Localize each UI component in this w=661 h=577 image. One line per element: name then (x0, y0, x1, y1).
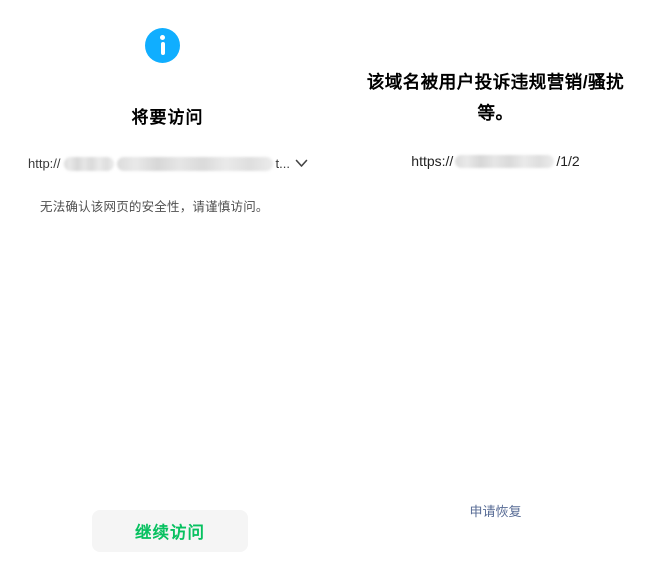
apply-recovery-link[interactable]: 申请恢复 (330, 501, 661, 520)
visit-warning-page: 将要访问 http:// t... 无法确认该网页的安全性，请谨慎访问。 继续访… (0, 0, 330, 577)
continue-button[interactable]: 继续访问 (92, 510, 248, 552)
chevron-down-icon[interactable] (295, 159, 308, 168)
info-icon-stem (161, 42, 165, 55)
redacted-url-segment (117, 157, 273, 171)
url-prefix: https:// (411, 153, 453, 169)
complaint-line2: 等。 (330, 98, 661, 129)
redacted-url-segment (455, 155, 554, 168)
url-tail: t... (276, 156, 290, 171)
domain-complaint-page: 该域名被用户投诉违规营销/骚扰 等。 https:// /1/2 申请恢复 (330, 0, 661, 577)
screenshot-canvas: 将要访问 http:// t... 无法确认该网页的安全性，请谨慎访问。 继续访… (0, 0, 661, 577)
reported-url-row: https:// /1/2 (330, 153, 661, 169)
info-icon (145, 28, 180, 63)
page-title: 将要访问 (0, 103, 335, 128)
target-url-row: http:// t... (28, 156, 308, 171)
complaint-heading: 该域名被用户投诉违规营销/骚扰 等。 (330, 67, 661, 129)
complaint-line1: 该域名被用户投诉违规营销/骚扰 (330, 67, 661, 98)
url-prefix: http:// (28, 156, 61, 171)
warning-text: 无法确认该网页的安全性，请谨慎访问。 (40, 196, 269, 215)
info-icon-dot (160, 35, 165, 40)
url-tail: /1/2 (556, 153, 579, 169)
redacted-url-segment (64, 157, 114, 171)
